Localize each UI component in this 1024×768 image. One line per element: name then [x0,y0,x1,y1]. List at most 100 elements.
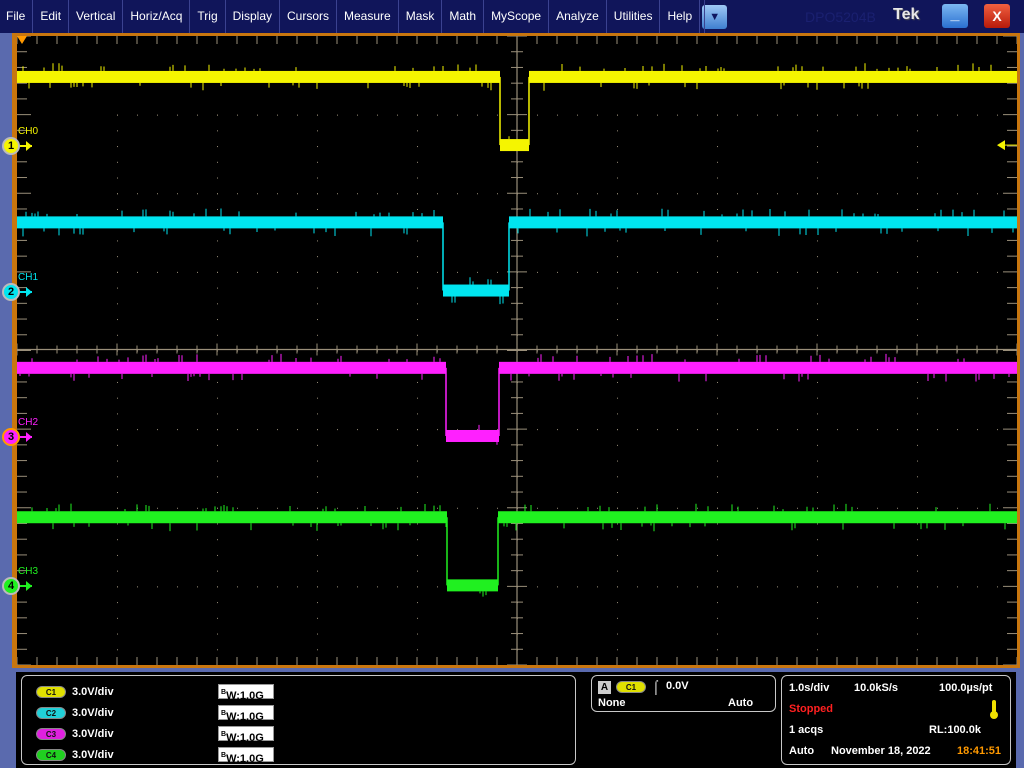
trigger-readout-box[interactable]: A C1 ⌠ 0.0V None Auto [591,675,776,712]
model-name: DPO5204B [805,9,876,25]
waveform-ch3-band [17,511,447,524]
grid-dot [917,444,918,446]
readout-area: C1 3.0V/div BW:1.0G C2 3.0V/div BW:1.0G … [16,672,1016,768]
grid-dot [477,271,478,273]
grid-dot [917,586,918,588]
ch2-bandwidth[interactable]: BW:1.0G [218,705,274,723]
grid-dot [417,617,418,619]
menu-display[interactable]: Display [226,0,280,33]
grid-dot [837,429,838,431]
grid-dot [977,114,978,116]
ch3-pill[interactable]: C3 [36,728,66,740]
grid-dot [617,193,618,195]
grid-dot [417,602,418,604]
grid-dot [717,256,718,258]
ch3-readout[interactable]: C3 3.0V/div [36,726,114,742]
grid-dot [217,586,218,588]
vertical-readout-box[interactable]: C1 3.0V/div BW:1.0G C2 3.0V/div BW:1.0G … [21,675,576,765]
arrow-head-icon [26,286,32,297]
menu-help[interactable]: Help [660,0,701,33]
grid-dot [217,570,218,572]
grid-dot [177,507,178,509]
grid-dot [277,507,278,509]
grid-dot [597,271,598,273]
ch2-pill[interactable]: C2 [36,707,66,719]
grid-dot [657,271,658,273]
close-button[interactable]: X [984,4,1010,28]
ch1-pill[interactable]: C1 [36,686,66,698]
grid-dot [317,476,318,478]
grid-dot [417,554,418,556]
menu-analyze[interactable]: Analyze [549,0,607,33]
ch1-readout[interactable]: C1 3.0V/div [36,684,114,700]
grid-dot [217,130,218,132]
ch4-pill[interactable]: C4 [36,749,66,761]
menu-vertical[interactable]: Vertical [69,0,124,33]
horizontal-readout-box[interactable]: 1.0s/div 10.0kS/s 100.0µs/pt Stopped 1 a… [781,675,1011,765]
grid-dot [817,633,818,635]
menu-edit[interactable]: Edit [33,0,70,33]
grid-dot [317,633,318,635]
waveform-display[interactable] [17,36,1017,665]
grid-dot [917,177,918,179]
grid-dot [417,303,418,305]
grid-dot [217,539,218,541]
ch2-readout[interactable]: C2 3.0V/div [36,705,114,721]
grid-dot [817,130,818,132]
ch3-bandwidth[interactable]: BW:1.0G [218,726,274,744]
grid-dot [637,271,638,273]
grid-dot [717,319,718,321]
grid-dot [117,460,118,462]
grid-dot [297,507,298,509]
menu-horiz-acq[interactable]: Horiz/Acq [123,0,191,33]
ch4-scale: 3.0V/div [72,749,114,761]
grid-dot [637,193,638,195]
menu-mask[interactable]: Mask [399,0,443,33]
grid-dot [857,193,858,195]
ch4-readout[interactable]: C4 3.0V/div [36,747,114,763]
ch1-bandwidth[interactable]: BW:1.0G [218,684,274,702]
grid-dot [817,507,818,509]
grid-dot [577,271,578,273]
grid-dot [117,146,118,148]
grid-dot [217,334,218,336]
grid-dot [817,602,818,604]
menu-measure[interactable]: Measure [337,0,399,33]
grid-dot [877,193,878,195]
grid-dot [157,114,158,116]
menu-cursors[interactable]: Cursors [280,0,338,33]
grid-dot [597,429,598,431]
ch4-bandwidth[interactable]: BW:1.0G [218,747,274,765]
grid-dot [197,271,198,273]
grid-dot [617,586,618,588]
grid-dot [197,586,198,588]
minimize-button[interactable]: _ [942,4,968,28]
grid-dot [817,271,818,273]
ch1-ground-marker[interactable]: 1 [2,137,20,156]
menu-myscope[interactable]: MyScope [484,0,550,33]
grid-dot [317,130,318,132]
arrow-head-icon [26,141,32,152]
menu-trig[interactable]: Trig [190,0,226,33]
ch2-ground-marker[interactable]: 2 [2,282,20,301]
grid-dot [457,507,458,509]
tek-logo: Tek [893,6,920,23]
menu-file[interactable]: File [0,0,34,33]
menu-math[interactable]: Math [442,0,485,33]
waveform-ch2-band [446,429,499,442]
grid-dot [357,429,358,431]
grid-dot [257,114,258,116]
close-icon: X [992,8,1002,24]
grid-dot [637,507,638,509]
grid-dot [417,476,418,478]
grid-dot [237,507,238,509]
grid-dot [977,271,978,273]
grid-dot [217,319,218,321]
grid-dot [917,240,918,242]
grid-dot [717,397,718,399]
ch3-ground-marker[interactable]: 3 [2,427,20,446]
menu-utilities[interactable]: Utilities [607,0,661,33]
grid-dot [617,476,618,478]
grid-dot [917,539,918,541]
grid-dot [117,303,118,305]
